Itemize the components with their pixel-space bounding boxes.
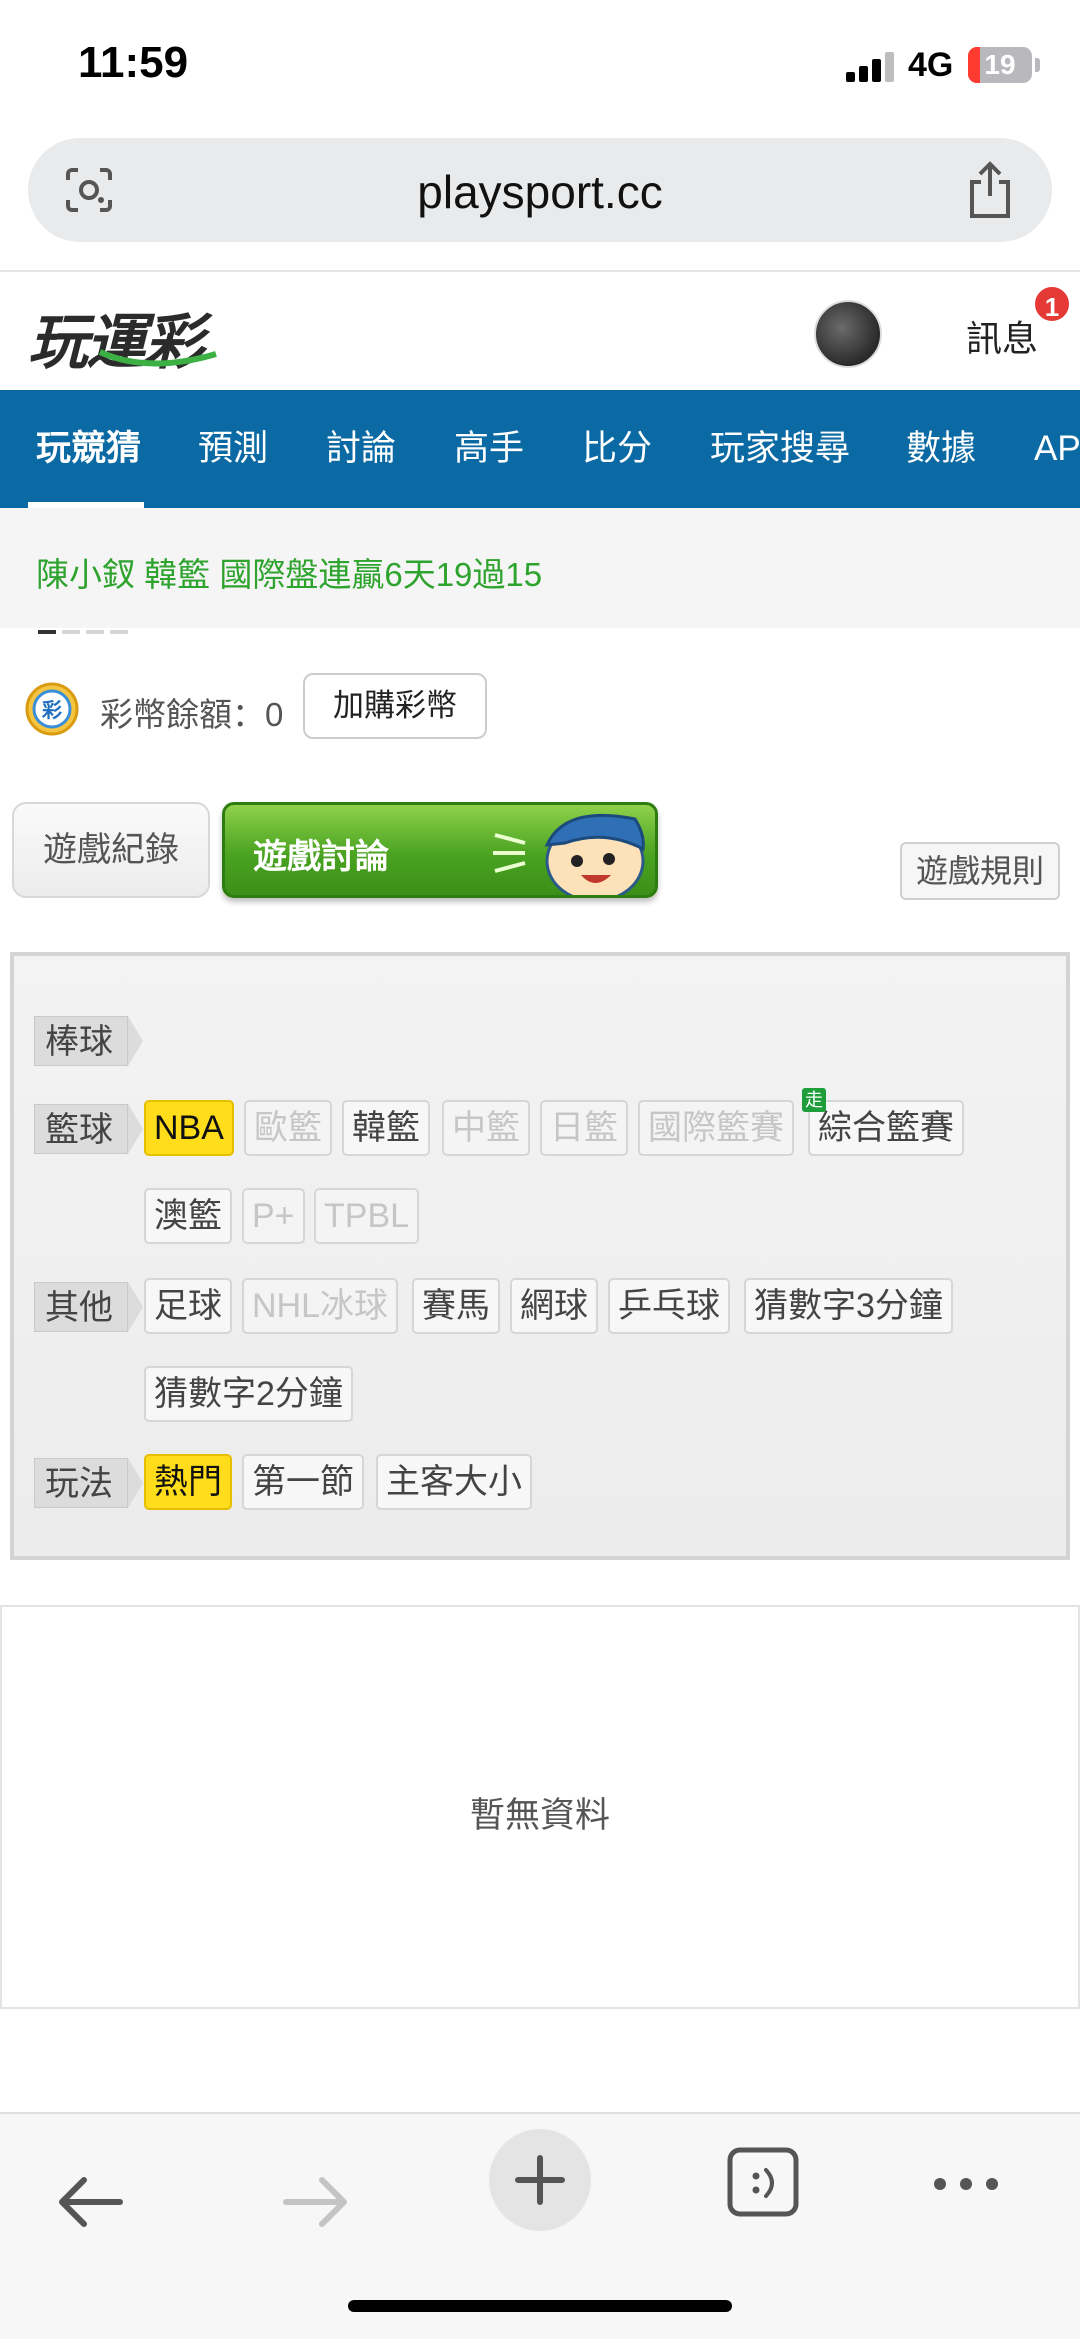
category-label-basketball: 籃球 [34, 1104, 143, 1154]
carousel-dot[interactable] [38, 630, 56, 634]
battery-percent: 19 [984, 49, 1016, 80]
chip-nhl-hockey: NHL冰球 [242, 1278, 399, 1334]
tab-game-discussion-label: 遊戲討論 [253, 838, 389, 876]
chip-first-quarter[interactable]: 第一節 [242, 1454, 364, 1510]
coin-icon-text: 彩 [41, 698, 62, 722]
category-label-baseball: 棒球 [34, 1016, 143, 1066]
more-dots-icon[interactable] [926, 2164, 1006, 2204]
battery-cap [1035, 58, 1040, 72]
announcement-marquee: 陳小釵 韓籃 國際盤連贏6天19過15 [0, 508, 1080, 634]
nav-item-experts[interactable]: 高手 [454, 390, 524, 508]
walk-tag: 走 [802, 1088, 826, 1112]
messages-badge: 1 [1032, 284, 1072, 324]
messages-link[interactable]: 訊息 [966, 310, 1038, 362]
nav-item-player-search[interactable]: 玩家搜尋 [710, 390, 850, 508]
category-label-other: 其他 [34, 1282, 143, 1332]
chip-table-tennis[interactable]: 乒乓球 [608, 1278, 730, 1334]
category-label-play-type: 玩法 [34, 1458, 143, 1508]
chip-australia-basketball[interactable]: 澳籃 [144, 1188, 232, 1244]
carousel-dots [38, 621, 134, 639]
status-time: 11:59 [78, 38, 189, 87]
chip-guess-number-3min[interactable]: 猜數字3分鐘 [744, 1278, 953, 1334]
share-icon[interactable] [964, 160, 1016, 220]
tab-game-records[interactable]: 遊戲紀錄 [12, 802, 210, 898]
coin-icon: 彩 [25, 682, 79, 736]
site-header: 玩運彩 訊息 1 [0, 270, 1080, 390]
chip-intl-basketball: 國際籃賽 [638, 1100, 794, 1156]
chip-home-away-total[interactable]: 主客大小 [376, 1454, 532, 1510]
carousel-dot[interactable] [86, 630, 104, 634]
main-nav: 玩競猜 預測 討論 高手 比分 玩家搜尋 數據 AP [0, 390, 1080, 508]
battery-icon: 19 [968, 47, 1032, 83]
games-list: 暫無資料 [0, 1605, 1080, 2009]
chip-nba[interactable]: NBA [144, 1100, 234, 1156]
empty-state-text: 暫無資料 [469, 1796, 610, 1835]
user-avatar[interactable] [814, 300, 882, 368]
chip-popular[interactable]: 熱門 [144, 1454, 232, 1510]
coin-balance: 彩幣餘額：0 [100, 696, 284, 733]
chip-korea-basketball[interactable]: 韓籃 [342, 1100, 430, 1156]
tab-switcher-icon[interactable] [726, 2144, 802, 2220]
nav-item-app[interactable]: AP [1034, 390, 1080, 508]
chip-soccer[interactable]: 足球 [144, 1278, 232, 1334]
chip-horse-racing[interactable]: 賽馬 [412, 1278, 500, 1334]
tab-game-discussion[interactable]: 遊戲討論 [222, 802, 658, 898]
status-bar: 11:59 4G 19 [0, 0, 1080, 130]
carousel-dot[interactable] [62, 630, 80, 634]
marquee-text[interactable]: 陳小釵 韓籃 國際盤連贏6天19過15 [36, 548, 542, 596]
chip-tennis[interactable]: 網球 [510, 1278, 598, 1334]
game-rules-button[interactable]: 遊戲規則 [900, 842, 1060, 900]
nav-item-guess[interactable]: 玩競猜 [36, 390, 141, 508]
arrow-left-icon[interactable] [50, 2154, 130, 2250]
nav-item-scores[interactable]: 比分 [582, 390, 652, 508]
chip-combined-basketball[interactable]: 綜合籃賽 [808, 1100, 964, 1156]
plus-icon[interactable] [488, 2128, 592, 2232]
buy-coins-button[interactable]: 加購彩幣 [303, 673, 487, 739]
cellular-signal-icon [846, 50, 896, 82]
site-logo[interactable]: 玩運彩 [28, 294, 217, 376]
chip-china-basketball: 中籃 [442, 1100, 530, 1156]
nav-item-predict[interactable]: 預測 [198, 390, 268, 508]
chip-euro-basketball: 歐籃 [244, 1100, 332, 1156]
logo-swoosh [98, 349, 217, 367]
chip-japan-basketball: 日籃 [540, 1100, 628, 1156]
mascot-illustration [493, 813, 645, 895]
home-indicator [348, 2300, 732, 2312]
filter-panel: 棒球 籃球 NBA 歐籃 韓籃 中籃 日籃 國際籃賽 綜合籃賽 走 澳籃 P+ … [10, 952, 1070, 1560]
chip-guess-number-2min[interactable]: 猜數字2分鐘 [144, 1366, 353, 1422]
nav-item-stats[interactable]: 數據 [906, 390, 976, 508]
network-type: 4G [908, 46, 954, 84]
carousel-dot[interactable] [110, 630, 128, 634]
chip-p-plus: P+ [242, 1188, 305, 1244]
nav-item-discuss[interactable]: 討論 [326, 390, 396, 508]
url-text[interactable]: playsport.cc [28, 165, 1052, 219]
arrow-right-icon [283, 2177, 347, 2227]
chip-tpbl: TPBL [314, 1188, 420, 1244]
address-bar[interactable]: playsport.cc [28, 138, 1052, 242]
